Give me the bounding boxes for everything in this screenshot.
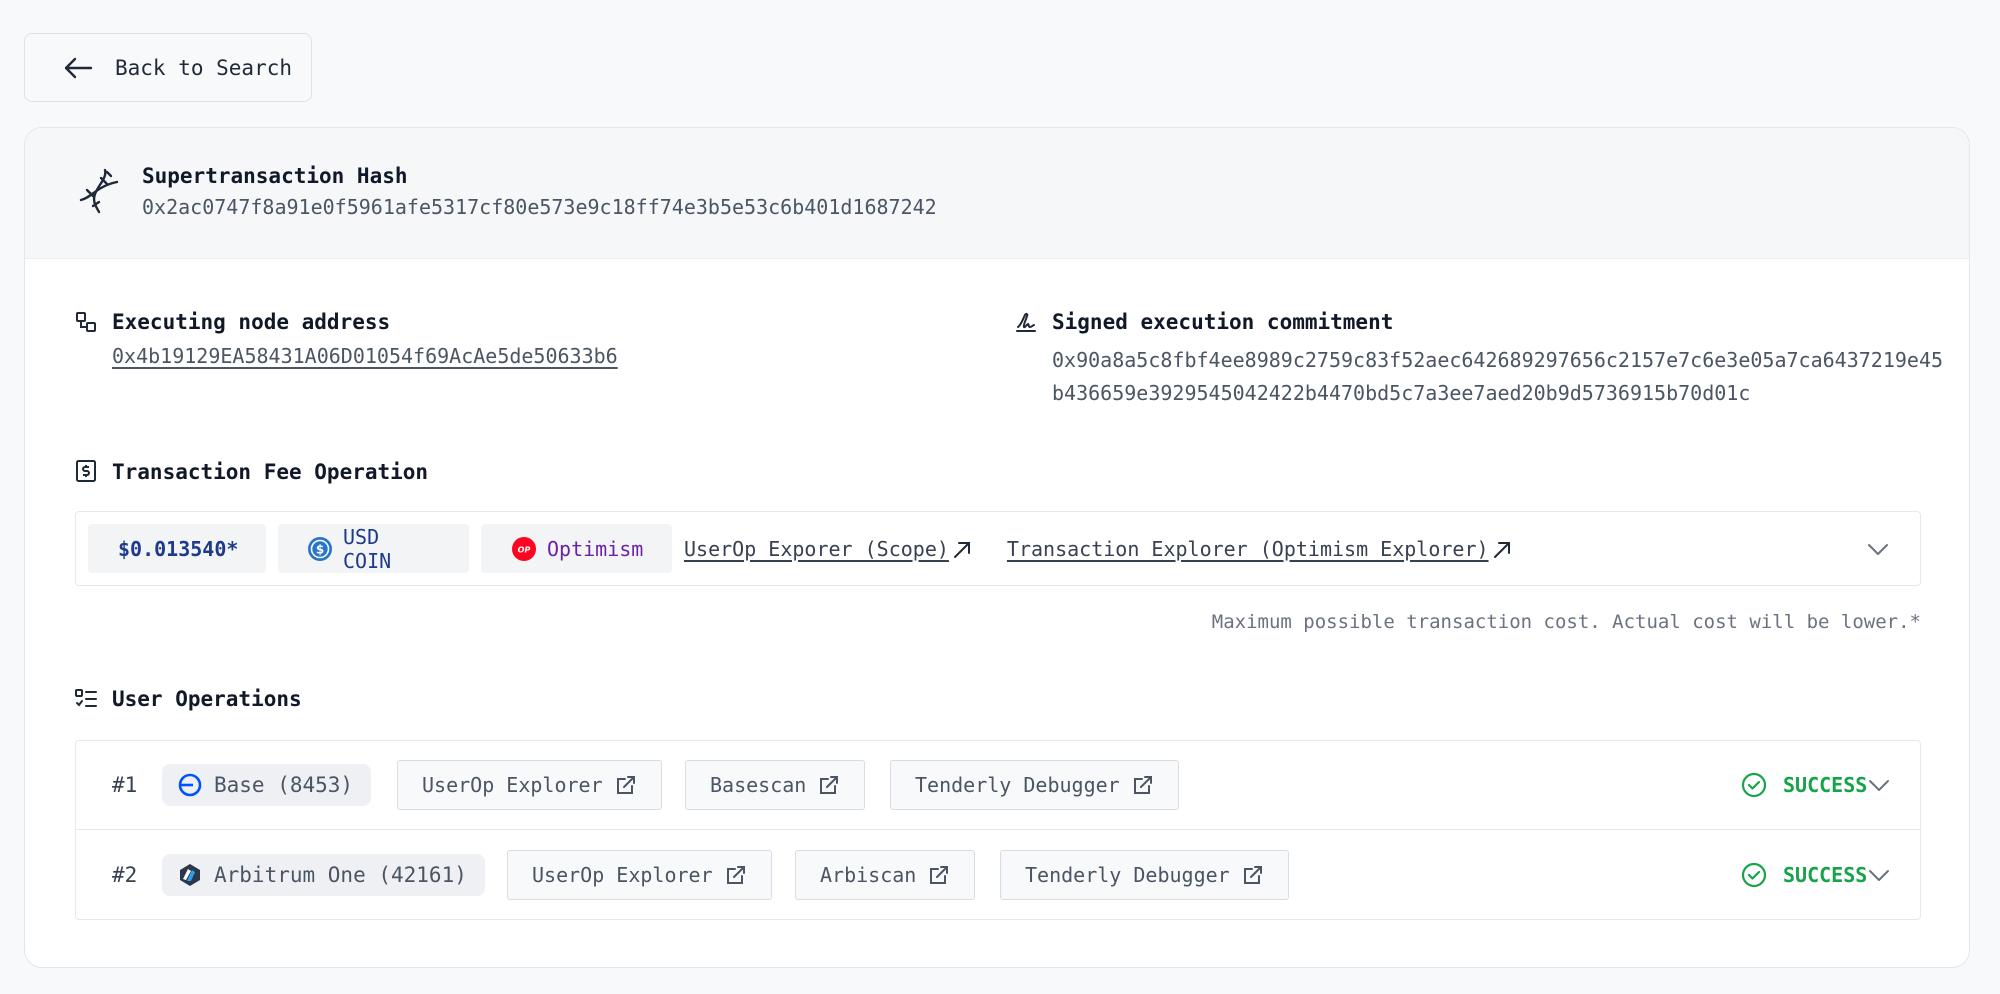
status-label: SUCCESS (1783, 773, 1868, 797)
node-icon (75, 311, 97, 333)
fee-amount: $0.013540* (88, 524, 266, 573)
button-label: Tenderly Debugger (915, 773, 1120, 797)
external-link-icon (615, 774, 637, 796)
supertransaction-card: Supertransaction Hash 0x2ac0747f8a91e0f5… (24, 127, 1970, 968)
fee-chain-label: Optimism (547, 536, 644, 561)
external-link-icon (928, 864, 950, 886)
external-link-icon (1242, 864, 1264, 886)
status-badge: SUCCESS (1741, 772, 1867, 798)
button-label: UserOp Explorer (422, 773, 603, 797)
chain-label: Base (8453) (214, 773, 354, 797)
supertransaction-hash: 0x2ac0747f8a91e0f5961afe5317cf80e573e9c1… (142, 195, 937, 219)
base-logo-icon (178, 773, 202, 797)
chain-chip: Base (8453) (162, 764, 372, 806)
optimism-explorer-label: Transaction Explorer (Optimism Explorer) (1006, 536, 1489, 561)
external-link-icon (1132, 774, 1154, 796)
signature-icon (1015, 311, 1037, 333)
check-circle-icon (1741, 862, 1767, 888)
dna-icon (75, 166, 123, 214)
chain-label: Arbitrum One (42161) (214, 862, 467, 887)
button-label: UserOp Explorer (532, 862, 713, 887)
operation-number: #2 (112, 862, 138, 887)
arbiscan-button[interactable]: Arbiscan (795, 849, 976, 900)
arrow-up-right-icon (1491, 538, 1513, 560)
userop-explorer-scope-link[interactable]: UserOp Exporer (Scope) (684, 537, 973, 561)
status-label: SUCCESS (1783, 862, 1868, 887)
fee-title: Transaction Fee Operation (112, 460, 429, 484)
operation-number: #1 (112, 773, 138, 797)
usdc-logo-icon: $ (307, 536, 333, 562)
commitment-value: 0x90a8a5c8fbf4ee8989c2759c83f52aec642689… (1052, 348, 1944, 405)
external-link-icon (725, 864, 747, 886)
hash-title: Supertransaction Hash (142, 164, 408, 188)
user-operations-table: #1 Base (8453) UserOp Explorer Basescan (75, 740, 1921, 920)
chevron-down-icon[interactable] (1867, 863, 1891, 887)
node-address-title: Executing node address (112, 310, 391, 334)
fee-token-chip: $ USD COIN (278, 524, 469, 573)
optimism-explorer-link[interactable]: Transaction Explorer (Optimism Explorer) (1007, 537, 1513, 561)
button-label: Basescan (710, 773, 807, 797)
fee-disclaimer: Maximum possible transaction cost. Actua… (1211, 611, 1921, 633)
fee-chain-chip: OP Optimism (481, 524, 672, 573)
back-to-search-button[interactable]: Back to Search (24, 33, 312, 102)
svg-text:OP: OP (518, 545, 531, 554)
fee-token-label: USD COIN (343, 524, 392, 573)
chevron-down-icon[interactable] (1866, 537, 1890, 561)
user-operations-title: User Operations (112, 687, 302, 711)
basescan-button[interactable]: Basescan (685, 760, 866, 810)
chevron-down-icon[interactable] (1867, 773, 1891, 797)
back-to-search-label: Back to Search (115, 55, 293, 80)
status-badge: SUCCESS (1741, 862, 1867, 888)
userop-explorer-scope-label: UserOp Exporer (Scope) (684, 536, 949, 561)
tenderly-debugger-button[interactable]: Tenderly Debugger (1000, 849, 1289, 900)
card-header: Supertransaction Hash 0x2ac0747f8a91e0f5… (25, 128, 1969, 259)
external-link-icon (818, 774, 840, 796)
tenderly-debugger-button[interactable]: Tenderly Debugger (890, 760, 1179, 810)
button-label: Tenderly Debugger (1025, 862, 1230, 887)
table-row[interactable]: #1 Base (8453) UserOp Explorer Basescan (76, 741, 1920, 830)
chain-chip: Arbitrum One (42161) (162, 853, 485, 896)
svg-text:$: $ (316, 542, 324, 556)
fee-operation-row[interactable]: $0.013540* $ USD COIN OP Optimism UserOp… (75, 511, 1921, 586)
button-label: Arbiscan (820, 862, 917, 887)
optimism-logo-icon: OP (511, 536, 537, 562)
commitment-title: Signed execution commitment (1052, 310, 1394, 334)
arbitrum-logo-icon (178, 863, 202, 887)
userop-explorer-button[interactable]: UserOp Explorer (397, 760, 662, 810)
receipt-dollar-icon (75, 460, 97, 482)
check-circle-icon (1741, 772, 1767, 798)
arrow-left-icon (63, 56, 93, 80)
node-address-link[interactable]: 0x4b19129EA58431A06D01054f69AcAe5de50633… (112, 344, 618, 368)
arrow-up-right-icon (951, 538, 973, 560)
list-check-icon (75, 688, 97, 710)
userop-explorer-button[interactable]: UserOp Explorer (507, 849, 772, 900)
table-row[interactable]: #2 Arbitrum One (42161) UserOp Explorer … (76, 830, 1920, 919)
